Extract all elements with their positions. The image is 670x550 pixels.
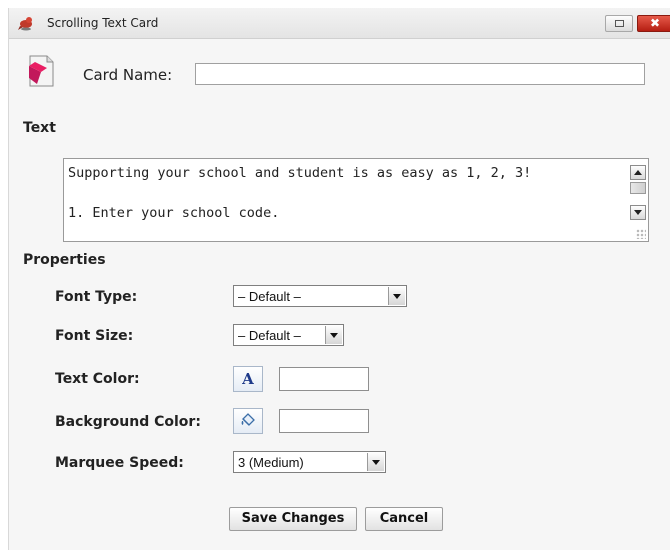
marquee-speed-value: 3 (Medium) bbox=[238, 455, 304, 470]
card-name-label: Card Name: bbox=[83, 66, 173, 84]
save-changes-button[interactable]: Save Changes bbox=[229, 507, 357, 531]
text-color-input[interactable] bbox=[279, 367, 369, 391]
textarea-scrollbar[interactable] bbox=[630, 161, 646, 223]
font-size-value: – Default – bbox=[238, 328, 301, 343]
card-page-icon bbox=[29, 55, 54, 87]
background-color-button[interactable] bbox=[233, 408, 263, 434]
title-bar: Scrolling Text Card ✖ bbox=[9, 8, 670, 39]
text-content: Supporting your school and student is as… bbox=[68, 165, 532, 221]
font-type-value: – Default – bbox=[238, 289, 301, 304]
font-size-label: Font Size: bbox=[55, 328, 134, 344]
properties-heading: Properties bbox=[23, 252, 106, 268]
font-type-select[interactable]: – Default – bbox=[233, 285, 407, 307]
close-button[interactable]: ✖ bbox=[637, 15, 670, 32]
marquee-speed-select[interactable]: 3 (Medium) bbox=[233, 451, 386, 473]
scrolling-text-card-dialog: Scrolling Text Card ✖ Card Name: Text Su… bbox=[8, 8, 670, 550]
paint-bucket-icon bbox=[241, 413, 255, 426]
scroll-down-arrow-icon[interactable] bbox=[630, 205, 646, 220]
resize-grip-icon[interactable] bbox=[636, 229, 646, 239]
text-color-a-icon: A bbox=[242, 370, 254, 388]
text-color-label: Text Color: bbox=[55, 371, 140, 387]
text-color-button[interactable]: A bbox=[233, 366, 263, 392]
cardinal-bird-icon bbox=[18, 17, 32, 31]
chevron-down-icon[interactable] bbox=[388, 287, 405, 305]
close-icon: ✖ bbox=[649, 16, 661, 30]
text-section-heading: Text bbox=[23, 120, 56, 136]
chevron-down-icon[interactable] bbox=[367, 453, 384, 471]
background-color-label: Background Color: bbox=[55, 414, 201, 430]
font-size-select[interactable]: – Default – bbox=[233, 324, 344, 346]
window-title: Scrolling Text Card bbox=[47, 16, 159, 30]
scroll-thumb[interactable] bbox=[630, 182, 646, 194]
scroll-up-arrow-icon[interactable] bbox=[630, 165, 646, 180]
marquee-speed-label: Marquee Speed: bbox=[55, 455, 184, 471]
text-content-textarea[interactable]: Supporting your school and student is as… bbox=[63, 158, 649, 242]
card-name-input[interactable] bbox=[195, 63, 645, 85]
chevron-down-icon[interactable] bbox=[325, 326, 342, 344]
restore-button[interactable] bbox=[605, 15, 633, 32]
background-color-input[interactable] bbox=[279, 409, 369, 433]
cancel-button[interactable]: Cancel bbox=[365, 507, 443, 531]
font-type-label: Font Type: bbox=[55, 289, 138, 305]
